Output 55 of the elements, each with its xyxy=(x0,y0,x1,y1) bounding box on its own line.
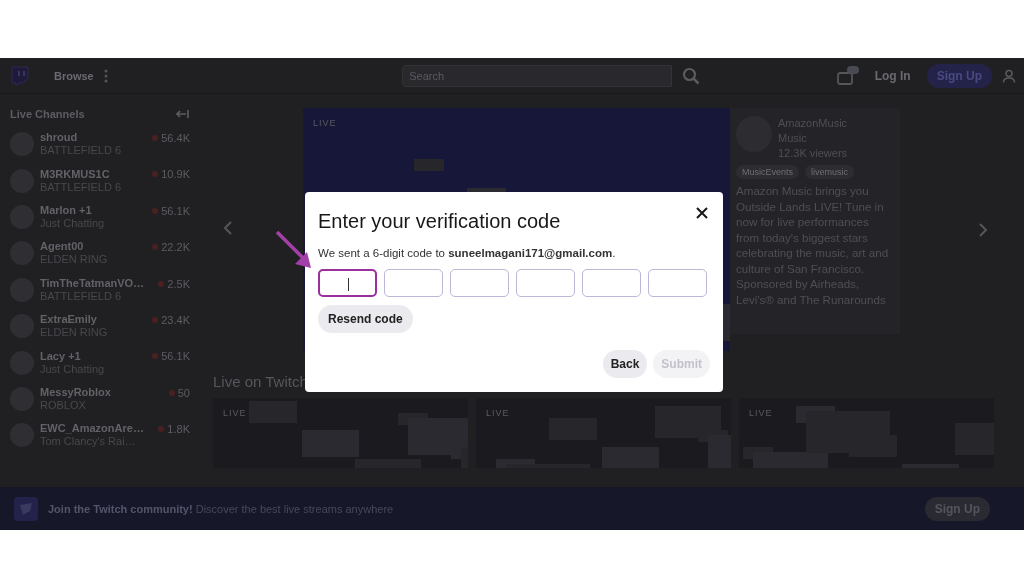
collapse-icon[interactable] xyxy=(176,109,190,119)
channel-name: Lacy +1 xyxy=(40,349,82,363)
more-icon[interactable] xyxy=(103,68,108,83)
viewer-count: 1.8K xyxy=(167,423,190,436)
live-dot-icon xyxy=(158,426,165,433)
channel-name: MessyRoblox xyxy=(40,385,112,399)
code-digit-field[interactable] xyxy=(648,269,707,297)
viewer-count: 56.4K xyxy=(161,132,190,144)
live-label: LIVE xyxy=(223,408,247,418)
live-label: LIVE xyxy=(749,408,773,418)
resend-code-button[interactable]: Resend code xyxy=(318,305,413,333)
user-icon[interactable] xyxy=(1002,68,1016,83)
live-dot-icon xyxy=(158,280,165,287)
live-dot-icon xyxy=(152,353,159,360)
log-in-button[interactable]: Log In xyxy=(868,67,917,84)
live-dot-icon xyxy=(152,171,159,178)
channel-name: TimTheTatmanVO… xyxy=(40,276,146,290)
code-digit-field[interactable] xyxy=(318,269,377,297)
channel-name: EWC_AmazonAre… xyxy=(40,422,145,436)
live-label: LIVE xyxy=(486,408,510,418)
channel-name: shroud xyxy=(40,131,79,145)
viewer-count: 22.2K xyxy=(161,241,190,254)
live-dot-icon xyxy=(168,389,175,396)
logo-icon xyxy=(14,496,38,521)
viewer-count: 23.4K xyxy=(161,313,190,326)
live-dot-icon xyxy=(152,244,159,251)
chevron-right-icon[interactable] xyxy=(977,221,989,238)
dialog-message: We sent a 6-digit code to suneelmagani171@gmail.com. xyxy=(318,247,617,259)
live-label: LIVE xyxy=(313,118,337,128)
logo-icon[interactable] xyxy=(8,64,30,87)
live-dot-icon xyxy=(152,135,159,141)
channel-name: Agent00 xyxy=(40,240,85,254)
section-title: Live Channels xyxy=(10,108,85,120)
browse-link[interactable]: Browse xyxy=(54,69,94,82)
tag[interactable]: livemusic xyxy=(805,165,855,179)
channel-name: Marlon +1 xyxy=(40,203,93,217)
dialog-title: Enter your verification code xyxy=(318,210,561,233)
notification-icon[interactable] xyxy=(836,65,859,86)
search-icon[interactable] xyxy=(682,66,701,85)
code-digit-field[interactable] xyxy=(516,269,575,297)
code-digit-field[interactable] xyxy=(450,269,509,297)
viewer-count: 56.1K xyxy=(161,204,190,217)
close-icon[interactable] xyxy=(695,206,709,220)
back-button[interactable]: Back xyxy=(602,350,648,378)
live-dot-icon xyxy=(152,316,159,323)
viewer-count: 2.5K xyxy=(167,277,190,290)
chevron-left-icon[interactable] xyxy=(222,219,234,236)
channel-name: ExtraEmily xyxy=(40,313,98,327)
code-digit-field[interactable] xyxy=(384,269,443,297)
channel-name: M3RKMUS1C xyxy=(40,167,111,181)
viewer-count: 10.9K xyxy=(161,168,190,181)
tag[interactable]: MusicEvents xyxy=(736,165,800,179)
live-dot-icon xyxy=(152,207,159,214)
viewer-count: 56.1K xyxy=(161,350,190,363)
code-digit-field[interactable] xyxy=(582,269,641,297)
